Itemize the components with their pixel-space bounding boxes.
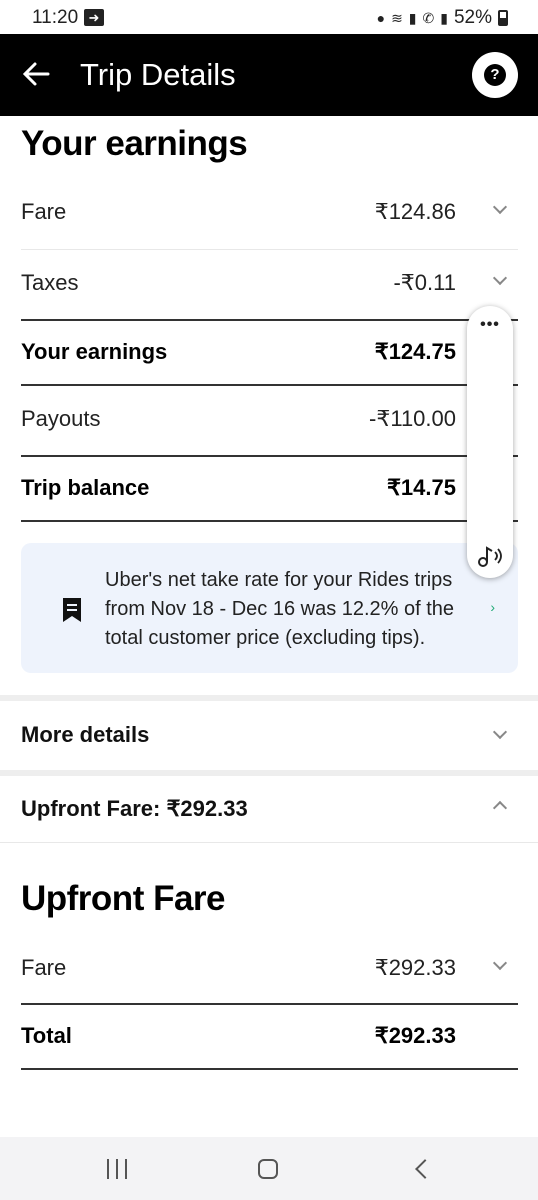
row-value: ₹124.86 bbox=[374, 199, 456, 224]
more-details-toggle[interactable]: More details bbox=[21, 703, 518, 767]
chevron-up-icon[interactable] bbox=[492, 797, 508, 813]
upfront-row-total: Total ₹292.33 bbox=[21, 1004, 518, 1068]
row-label: Taxes bbox=[21, 270, 79, 295]
recent-apps-icon[interactable] bbox=[107, 1159, 129, 1179]
location-icon: ● bbox=[376, 10, 386, 26]
chevron-down-icon[interactable] bbox=[492, 727, 508, 743]
row-value: ₹292.33 bbox=[374, 955, 456, 980]
floating-media-widget[interactable]: ••• bbox=[467, 306, 513, 578]
row-value: ₹292.33 bbox=[374, 1023, 456, 1048]
more-details-label: More details bbox=[21, 722, 150, 747]
chevron-down-icon[interactable] bbox=[492, 273, 508, 289]
upfront-fare-toggle-label: Upfront Fare: ₹292.33 bbox=[21, 796, 248, 821]
divider bbox=[0, 842, 538, 843]
app-header: Trip Details ? bbox=[0, 34, 538, 116]
take-rate-info-card[interactable]: Uber's net take rate for your Rides trip… bbox=[21, 543, 518, 673]
chevron-right-icon[interactable]: › bbox=[490, 599, 495, 615]
more-options-icon[interactable]: ••• bbox=[467, 316, 513, 334]
status-time: 11:20 bbox=[32, 7, 79, 28]
earnings-row-fare[interactable]: Fare ₹124.86 bbox=[21, 180, 518, 244]
row-value: -₹110.00 bbox=[369, 406, 456, 431]
row-value: ₹14.75 bbox=[386, 475, 456, 500]
row-label: Trip balance bbox=[21, 475, 150, 500]
row-label: Fare bbox=[21, 199, 67, 224]
signal-2-icon: ▮ bbox=[440, 9, 448, 26]
row-value: -₹0.11 bbox=[393, 270, 456, 295]
row-label: Payouts bbox=[21, 406, 101, 431]
section-separator bbox=[0, 695, 538, 701]
wifi-icon: ≋ bbox=[391, 9, 403, 26]
divider bbox=[21, 384, 518, 386]
help-button[interactable]: ? bbox=[472, 52, 518, 98]
status-bar: 11:20 ➜ ● ≋ ▮ ✆ ▮ 52% bbox=[0, 0, 538, 34]
earnings-row-taxes[interactable]: Taxes -₹0.11 bbox=[21, 251, 518, 315]
divider bbox=[21, 520, 518, 522]
system-nav-bar bbox=[0, 1137, 538, 1200]
earnings-row-trip-balance: Trip balance ₹14.75 bbox=[21, 456, 518, 520]
section-separator bbox=[0, 770, 538, 776]
upfront-row-fare[interactable]: Fare ₹292.33 bbox=[21, 936, 518, 1000]
earnings-title: Your earnings bbox=[21, 124, 248, 163]
row-label: Total bbox=[21, 1023, 72, 1048]
earnings-row-payouts: Payouts -₹110.00 bbox=[21, 387, 518, 451]
back-icon[interactable] bbox=[412, 1159, 432, 1179]
question-icon: ? bbox=[484, 64, 506, 86]
divider bbox=[21, 1068, 518, 1070]
screen-mirror-icon: ➜ bbox=[84, 9, 104, 26]
upfront-fare-title: Upfront Fare bbox=[21, 879, 226, 918]
upfront-fare-toggle[interactable]: Upfront Fare: ₹292.33 bbox=[21, 777, 518, 841]
chevron-down-icon[interactable] bbox=[492, 202, 508, 218]
earnings-row-your-earnings: Your earnings ₹124.75 bbox=[21, 320, 518, 384]
row-label: Your earnings bbox=[21, 339, 168, 364]
divider bbox=[21, 249, 518, 250]
row-value: ₹124.75 bbox=[374, 339, 456, 364]
signal-icon: ▮ bbox=[408, 9, 417, 26]
back-arrow-icon[interactable] bbox=[22, 56, 54, 92]
home-icon[interactable] bbox=[258, 1159, 278, 1179]
receipt-icon bbox=[63, 598, 81, 622]
take-rate-text: Uber's net take rate for your Rides trip… bbox=[105, 569, 455, 649]
status-icons: ● ≋ ▮ ✆ ▮ 52% bbox=[377, 7, 508, 29]
row-label: Fare bbox=[21, 955, 67, 980]
call-signal-icon: ✆ bbox=[422, 9, 435, 26]
music-sound-icon[interactable] bbox=[475, 540, 507, 572]
battery-percent: 52% bbox=[453, 7, 492, 28]
chevron-down-icon[interactable] bbox=[492, 958, 508, 974]
page-title: Trip Details bbox=[80, 57, 236, 92]
battery-icon bbox=[498, 10, 508, 26]
